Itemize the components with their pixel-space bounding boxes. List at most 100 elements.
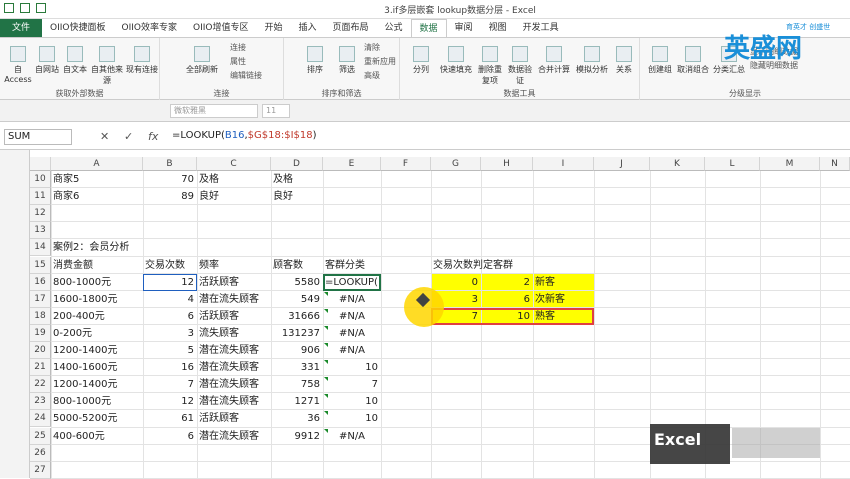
- error-indicator-icon[interactable]: [324, 360, 328, 365]
- sort-button[interactable]: 排序: [302, 46, 328, 75]
- error-indicator-icon[interactable]: [324, 291, 328, 296]
- consolidate-button[interactable]: 合并计算: [536, 46, 572, 75]
- tab-9[interactable]: 审阅: [447, 19, 481, 37]
- group-button[interactable]: 创建组: [646, 46, 674, 75]
- cell-C20[interactable]: 潜在流失顾客: [197, 342, 259, 359]
- row-header-24[interactable]: 24: [30, 410, 51, 428]
- clear-filter-button[interactable]: 清除: [364, 42, 380, 53]
- cell-D25[interactable]: 9912: [271, 428, 323, 445]
- from-access-button[interactable]: 自 Access: [4, 46, 32, 84]
- cell-E19[interactable]: #N/A: [323, 325, 381, 342]
- tab-2[interactable]: OIIO效率专家: [114, 19, 185, 37]
- cell-G16[interactable]: 0: [431, 274, 481, 291]
- row-header-12[interactable]: 12: [30, 205, 51, 223]
- row-header-13[interactable]: 13: [30, 222, 51, 240]
- cell-E15[interactable]: 客群分类: [323, 257, 365, 274]
- column-header-B[interactable]: B: [143, 157, 197, 171]
- cell-A24[interactable]: 5000-5200元: [51, 410, 118, 427]
- cancel-icon[interactable]: ✕: [100, 130, 109, 143]
- tab-11[interactable]: 开发工具: [515, 19, 567, 37]
- cell-D15[interactable]: 顾客数: [271, 257, 303, 274]
- cell-C25[interactable]: 潜在流失顾客: [197, 428, 259, 445]
- select-all-corner[interactable]: [30, 157, 51, 171]
- cell-I16[interactable]: 新客: [533, 274, 555, 291]
- existing-connections-button[interactable]: 现有连接: [126, 46, 158, 75]
- cell-E18[interactable]: #N/A: [323, 308, 381, 325]
- tab-4[interactable]: 开始: [256, 19, 290, 37]
- formula-input[interactable]: =LOOKUP(B16,$G$18:$I$18): [172, 130, 317, 141]
- cell-A25[interactable]: 400-600元: [51, 428, 105, 445]
- column-header-L[interactable]: L: [705, 157, 760, 171]
- cell-A14[interactable]: 案例2：会员分析: [51, 239, 129, 256]
- cell-B15[interactable]: 交易次数: [143, 257, 185, 274]
- row-header-22[interactable]: 22: [30, 376, 51, 394]
- row-header-11[interactable]: 11: [30, 188, 51, 206]
- cell-C23[interactable]: 潜在流失顾客: [197, 393, 259, 410]
- error-indicator-icon[interactable]: [324, 377, 328, 382]
- cell-D10[interactable]: 及格: [271, 171, 293, 188]
- relationships-button[interactable]: 关系: [612, 46, 636, 75]
- column-header-D[interactable]: D: [271, 157, 323, 171]
- undo-icon[interactable]: [20, 3, 30, 13]
- connections-button[interactable]: 连接: [230, 42, 246, 53]
- column-header-F[interactable]: F: [381, 157, 431, 171]
- font-size-select[interactable]: 11: [262, 104, 290, 118]
- cell-A20[interactable]: 1200-1400元: [51, 342, 118, 359]
- column-header-C[interactable]: C: [197, 157, 271, 171]
- column-header-J[interactable]: J: [594, 157, 650, 171]
- cell-C16[interactable]: 活跃顾客: [197, 274, 239, 291]
- cell-B18[interactable]: 6: [143, 308, 197, 325]
- cell-G15[interactable]: 交易次数判定客群: [431, 257, 513, 274]
- cell-C22[interactable]: 潜在流失顾客: [197, 376, 259, 393]
- cell-A10[interactable]: 商家5: [51, 171, 79, 188]
- cell-A17[interactable]: 1600-1800元: [51, 291, 118, 308]
- tab-3[interactable]: OIIO增值专区: [185, 19, 256, 37]
- error-indicator-icon[interactable]: [324, 325, 328, 330]
- refresh-all-button[interactable]: 全部刷新: [184, 46, 220, 75]
- cell-H16[interactable]: 2: [481, 274, 533, 291]
- tab-5[interactable]: 插入: [290, 19, 324, 37]
- row-header-19[interactable]: 19: [30, 324, 51, 342]
- row-header-10[interactable]: 10: [30, 171, 51, 188]
- ungroup-button[interactable]: 取消组合: [676, 46, 710, 75]
- filter-button[interactable]: 筛选: [334, 46, 360, 75]
- cell-A18[interactable]: 200-400元: [51, 308, 105, 325]
- from-text-button[interactable]: 自文本: [62, 46, 88, 75]
- flash-fill-button[interactable]: 快速填充: [438, 46, 474, 75]
- tab-8[interactable]: 数据: [410, 19, 447, 37]
- from-web-button[interactable]: 自网站: [34, 46, 60, 75]
- redo-icon[interactable]: [36, 3, 46, 13]
- column-header-K[interactable]: K: [650, 157, 705, 171]
- row-header-27[interactable]: 27: [30, 461, 51, 479]
- row-header-14[interactable]: 14: [30, 239, 51, 257]
- tab-1[interactable]: OIIO快捷面板: [42, 19, 113, 37]
- row-header-17[interactable]: 17: [30, 290, 51, 308]
- cell-A11[interactable]: 商家6: [51, 188, 79, 205]
- cell-H17[interactable]: 6: [481, 291, 533, 308]
- cell-A19[interactable]: 0-200元: [51, 325, 92, 342]
- error-indicator-icon[interactable]: [324, 394, 328, 399]
- cell-B24[interactable]: 61: [143, 410, 197, 427]
- text-to-columns-button[interactable]: 分列: [408, 46, 434, 75]
- cell-C11[interactable]: 良好: [197, 188, 219, 205]
- cell-D23[interactable]: 1271: [271, 393, 323, 410]
- cell-D20[interactable]: 906: [271, 342, 323, 359]
- cell-B25[interactable]: 6: [143, 428, 197, 445]
- cell-E21[interactable]: 10: [323, 359, 381, 376]
- cell-B10[interactable]: 70: [143, 171, 197, 188]
- cell-E24[interactable]: 10: [323, 410, 381, 427]
- cell-C24[interactable]: 活跃顾客: [197, 410, 239, 427]
- cell-E23[interactable]: 10: [323, 393, 381, 410]
- error-indicator-icon[interactable]: [324, 308, 328, 313]
- cell-D19[interactable]: 131237: [271, 325, 323, 342]
- insert-function-icon[interactable]: fx: [148, 130, 158, 143]
- enter-icon[interactable]: ✓: [124, 130, 133, 143]
- reapply-button[interactable]: 重新应用: [364, 56, 396, 67]
- cell-D11[interactable]: 良好: [271, 188, 293, 205]
- what-if-analysis-button[interactable]: 模拟分析: [574, 46, 610, 75]
- cell-E17[interactable]: #N/A: [323, 291, 381, 308]
- tab-10[interactable]: 视图: [481, 19, 515, 37]
- advanced-filter-button[interactable]: 高级: [364, 70, 380, 81]
- cell-C21[interactable]: 潜在流失顾客: [197, 359, 259, 376]
- column-header-M[interactable]: M: [760, 157, 820, 171]
